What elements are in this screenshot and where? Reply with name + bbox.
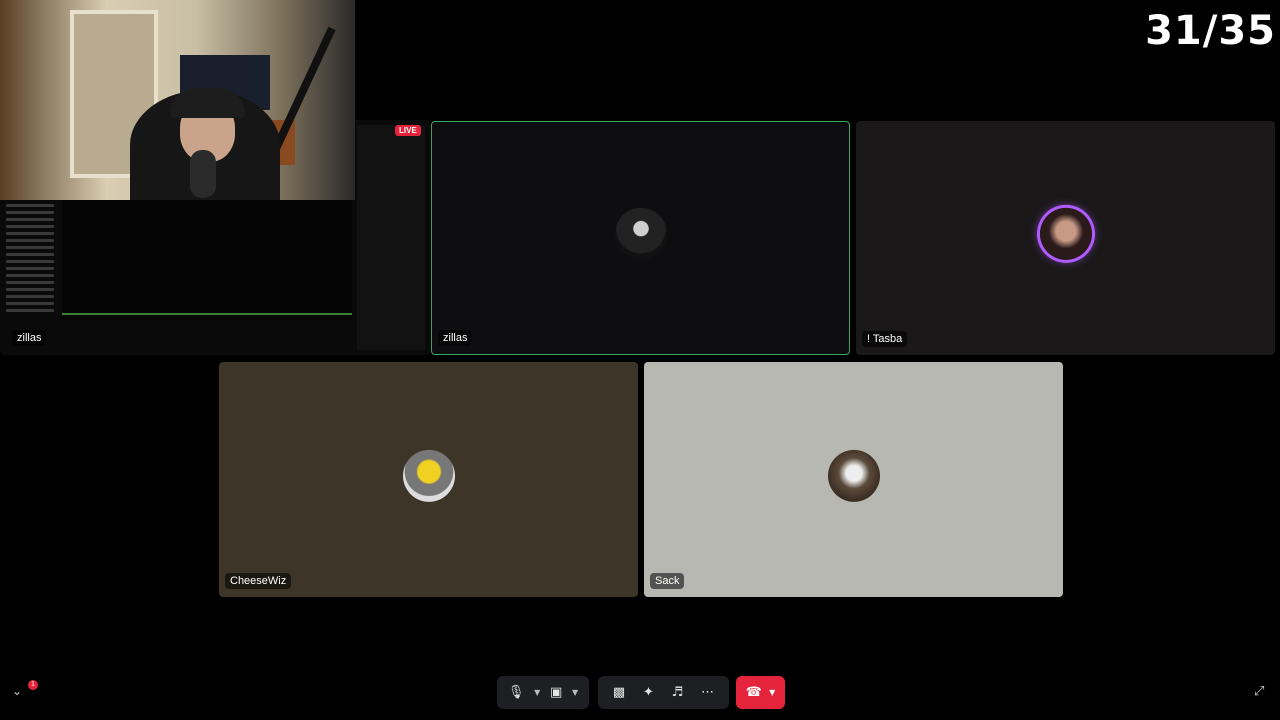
participant-tile-sack[interactable]: Sack: [644, 362, 1063, 597]
chevron-down-icon[interactable]: ⌄: [12, 684, 22, 698]
avatar: [614, 207, 667, 260]
webcam-overlay: [0, 0, 355, 200]
avatar: [402, 449, 455, 502]
activities-icon[interactable]: ✦: [643, 685, 654, 700]
shared-sidebar: [4, 200, 56, 350]
microphone-icon[interactable]: 🎙: [508, 685, 525, 700]
participant-tile-tasba[interactable]: ! Tasba: [856, 121, 1275, 355]
screen-share-icon[interactable]: ▩: [613, 685, 625, 700]
chevron-down-icon[interactable]: ▼: [572, 688, 578, 697]
more-icon[interactable]: ⋯: [701, 685, 714, 700]
fullscreen-exit-icon[interactable]: ⤢: [1254, 684, 1264, 699]
shared-chat-panel: [357, 125, 425, 350]
screen-share-name: zillas: [12, 330, 47, 346]
camera-off-icon[interactable]: ▣: [550, 685, 562, 700]
chevron-down-icon[interactable]: ▼: [534, 688, 540, 697]
page-counter: 31/35: [1145, 8, 1276, 54]
avatar: [827, 449, 880, 502]
shared-video-area: [62, 200, 352, 320]
activity-controls: ▩ ✦ ♬ ⋯: [598, 676, 729, 709]
live-badge: LIVE: [395, 125, 421, 136]
shared-progress-bar: [62, 313, 352, 315]
participant-tile-zillas[interactable]: zillas: [431, 121, 850, 355]
participant-name: Sack: [650, 573, 685, 589]
chevron-down-icon[interactable]: ▼: [769, 688, 775, 697]
avatar: [1039, 207, 1092, 260]
participant-name: zillas: [438, 330, 473, 346]
participant-name: ! Tasba: [862, 331, 908, 347]
participant-name: CheeseWiz: [225, 573, 292, 589]
hangup-button[interactable]: ☎ ▼: [736, 676, 785, 709]
hangup-icon[interactable]: ☎: [746, 685, 762, 700]
notification-badge: 1: [28, 680, 38, 690]
voice-video-controls: 🎙 ▼ ▣ ▼: [497, 676, 589, 709]
soundboard-icon[interactable]: ♬: [672, 685, 684, 700]
webcam-cap: [170, 88, 245, 118]
participant-tile-cheesewiz[interactable]: CheeseWiz: [219, 362, 638, 597]
webcam-mic: [190, 150, 216, 198]
